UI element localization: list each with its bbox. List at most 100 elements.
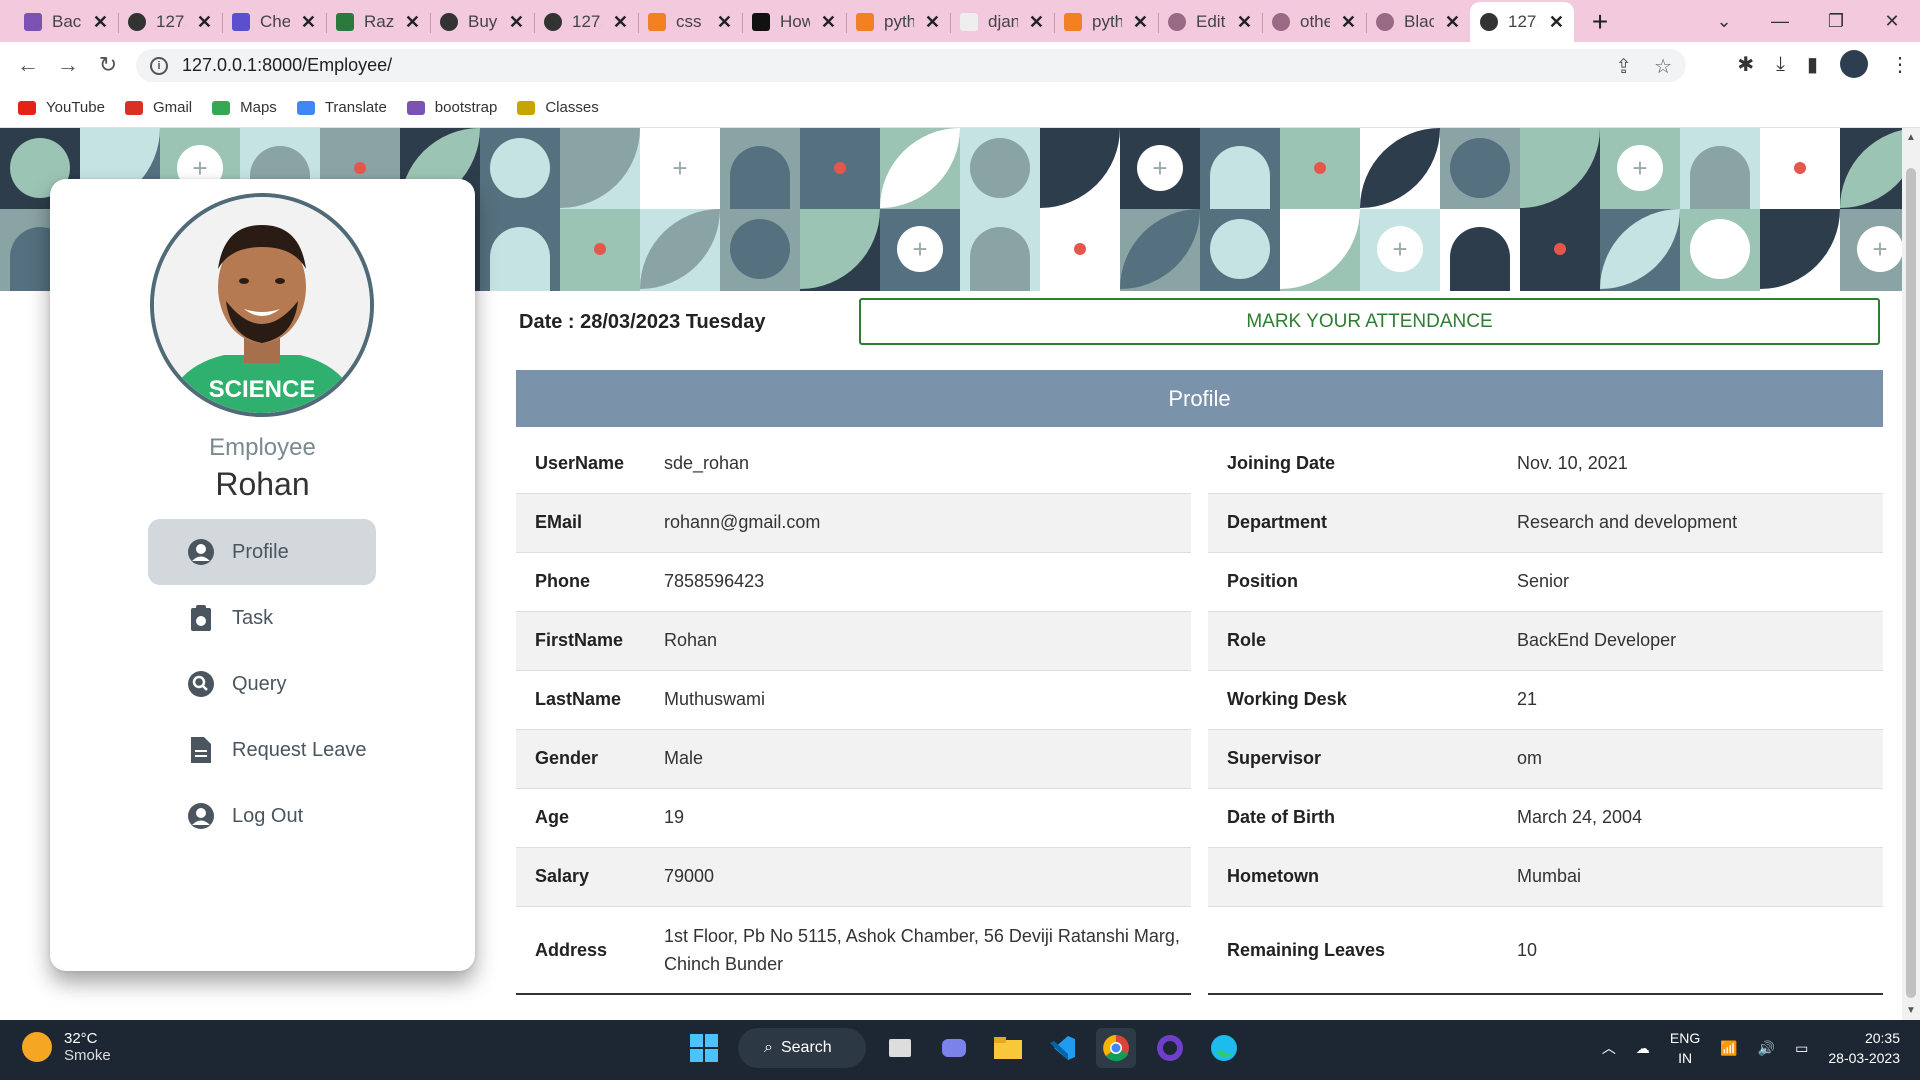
close-tab-icon[interactable]: ✕ (405, 12, 420, 33)
bookmark-item[interactable]: Gmail (124, 99, 192, 116)
taskbar-search[interactable]: ⌕ Search (738, 1028, 866, 1068)
extensions-icon[interactable]: ✱ (1737, 52, 1754, 77)
file-explorer-icon[interactable] (988, 1028, 1028, 1068)
share-icon[interactable]: ⇪ (1615, 54, 1632, 79)
scroll-down-icon[interactable]: ▼ (1906, 1005, 1916, 1016)
profile-field-label: Gender (516, 729, 645, 789)
bookmark-item[interactable]: Classes (517, 99, 599, 116)
sidebar-item-profile[interactable]: Profile (148, 519, 376, 585)
profile-field-value: 21 (1498, 670, 1883, 730)
profile-field-value: Nov. 10, 2021 (1498, 434, 1883, 494)
bookmark-item[interactable]: bootstrap (406, 99, 498, 116)
scrollbar-thumb[interactable] (1906, 168, 1916, 998)
language-indicator[interactable]: ENG IN (1670, 1028, 1700, 1068)
close-tab-icon[interactable]: ✕ (1445, 12, 1460, 33)
browser-tab[interactable]: Check ✕ (222, 2, 326, 42)
close-tab-icon[interactable]: ✕ (1549, 12, 1564, 33)
stackoverflow-icon (648, 13, 666, 31)
url-text: 127.0.0.1:8000/Employee/ (182, 55, 393, 75)
browser-tab[interactable]: 127.0 ✕ (1470, 2, 1574, 42)
close-window-icon[interactable]: ✕ (1864, 11, 1920, 32)
profile-avatar-icon[interactable] (1840, 50, 1868, 78)
close-tab-icon[interactable]: ✕ (197, 12, 212, 33)
menu-kebab-icon[interactable]: ⋮ (1890, 52, 1910, 77)
restore-icon[interactable]: ❐ (1808, 11, 1864, 32)
volume-icon[interactable]: 🔊 (1758, 1040, 1775, 1057)
sidebar-item-log-out[interactable]: Log Out (148, 783, 376, 849)
weather-condition: Smoke (64, 1047, 111, 1064)
browser-tab-title: python (884, 12, 914, 31)
browser-tab[interactable]: Razorpay ✕ (326, 2, 430, 42)
side-panel-icon[interactable]: ▮ (1807, 52, 1818, 77)
sidebar-item-request-leave[interactable]: Request Leave (148, 717, 376, 783)
weather-widget[interactable]: 32°C Smoke (22, 1030, 111, 1064)
tab-search-icon[interactable]: ⌄ (1696, 11, 1752, 32)
close-tab-icon[interactable]: ✕ (1341, 12, 1356, 33)
address-bar[interactable]: i 127.0.0.1:8000/Employee/ ⇪ ☆ (136, 49, 1686, 82)
bookmark-label: Maps (240, 99, 277, 116)
new-tab-button[interactable]: + (1580, 2, 1620, 42)
browser-tab[interactable]: Edit ✕ (1158, 2, 1262, 42)
profile-field-label: Remaining Leaves (1208, 906, 1498, 995)
edge-icon[interactable] (1204, 1028, 1244, 1068)
close-tab-icon[interactable]: ✕ (1237, 12, 1252, 33)
stackoverflow-icon (856, 13, 874, 31)
browser-tab[interactable]: css ✕ (638, 2, 742, 42)
chrome-icon[interactable] (1096, 1028, 1136, 1068)
forward-icon[interactable]: → (48, 52, 88, 78)
github-icon (1376, 13, 1394, 31)
minimize-icon[interactable]: — (1752, 11, 1808, 32)
close-tab-icon[interactable]: ✕ (1029, 12, 1044, 33)
github-desktop-icon[interactable] (1150, 1028, 1190, 1068)
browser-tab[interactable]: python ✕ (846, 2, 950, 42)
bookmark-star-icon[interactable]: ☆ (1654, 54, 1672, 79)
bookmark-item[interactable]: Translate (296, 99, 387, 116)
browser-tab[interactable]: 127.0 ✕ (118, 2, 222, 42)
onedrive-icon[interactable]: ☁ (1636, 1040, 1650, 1057)
browser-tab[interactable]: python ✕ (1054, 2, 1158, 42)
bookmark-item[interactable]: YouTube (18, 99, 105, 116)
scroll-up-icon[interactable]: ▲ (1906, 132, 1916, 143)
role-label: Employee (209, 434, 316, 461)
windows-start-icon[interactable] (684, 1028, 724, 1068)
site-info-icon[interactable]: i (150, 56, 168, 75)
wifi-icon[interactable]: 📶 (1720, 1040, 1737, 1057)
browser-tab[interactable]: other ✕ (1262, 2, 1366, 42)
close-tab-icon[interactable]: ✕ (613, 12, 628, 33)
mark-attendance-button[interactable]: MARK YOUR ATTENDANCE (859, 298, 1880, 345)
close-tab-icon[interactable]: ✕ (509, 12, 524, 33)
browser-tab[interactable]: Buy ✕ (430, 2, 534, 42)
browser-tab[interactable]: Back ✕ (14, 2, 118, 42)
sidebar-item-query[interactable]: Query (148, 651, 376, 717)
close-tab-icon[interactable]: ✕ (93, 12, 108, 33)
close-tab-icon[interactable]: ✕ (925, 12, 940, 33)
browser-tab[interactable]: Black ✕ (1366, 2, 1470, 42)
task-view-icon[interactable] (880, 1028, 920, 1068)
banner-tile (720, 128, 800, 209)
vscode-icon[interactable] (1042, 1028, 1082, 1068)
browser-tab[interactable]: 127.0 ✕ (534, 2, 638, 42)
sidebar-item-task[interactable]: Task (148, 585, 376, 651)
back-icon[interactable]: ← (8, 52, 48, 78)
close-tab-icon[interactable]: ✕ (717, 12, 732, 33)
page-scrollbar[interactable]: ▲ ▼ (1902, 128, 1920, 1020)
profile-row: Role BackEnd Developer (1208, 611, 1883, 671)
clock[interactable]: 20:35 28-03-2023 (1828, 1028, 1900, 1068)
profile-field-label: Working Desk (1208, 670, 1498, 730)
profile-field-label: Date of Birth (1208, 788, 1498, 848)
bookmark-item[interactable]: Maps (212, 99, 277, 116)
close-tab-icon[interactable]: ✕ (1133, 12, 1148, 33)
battery-icon[interactable]: ▭ (1795, 1040, 1808, 1057)
tray-chevron-icon[interactable]: ︿ (1602, 1038, 1616, 1058)
banner-tile (1520, 128, 1600, 209)
profile-field-label: UserName (516, 434, 645, 494)
close-tab-icon[interactable]: ✕ (821, 12, 836, 33)
browser-tab[interactable]: How ✕ (742, 2, 846, 42)
teams-chat-icon[interactable] (934, 1028, 974, 1068)
reload-icon[interactable]: ↻ (88, 52, 128, 78)
browser-tab[interactable]: django ✕ (950, 2, 1054, 42)
window-controls: ⌄ — ❐ ✕ (1696, 0, 1920, 42)
bookmark-label: bootstrap (434, 99, 498, 116)
download-icon[interactable]: ⤓ (1776, 53, 1785, 76)
close-tab-icon[interactable]: ✕ (301, 12, 316, 33)
